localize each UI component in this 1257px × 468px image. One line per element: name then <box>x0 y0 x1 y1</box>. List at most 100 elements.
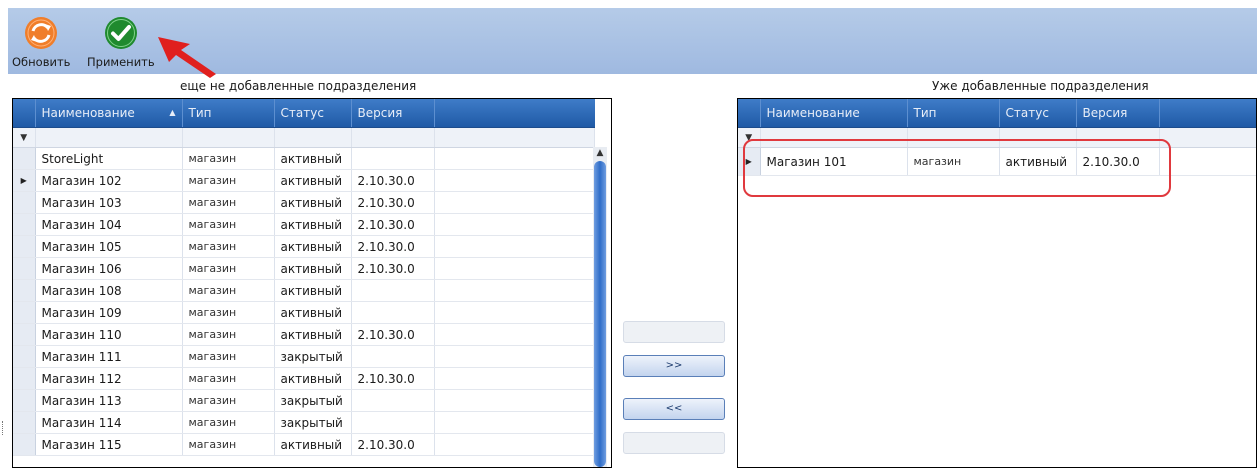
table-row[interactable]: Магазин 115 магазин активный 2.10.30.0 <box>13 433 595 456</box>
row-selector <box>13 235 36 258</box>
left-header-selector <box>13 99 36 128</box>
cell-version: 2.10.30.0 <box>351 323 435 346</box>
cell-name: Магазин 110 <box>35 323 183 346</box>
row-selector <box>13 323 36 346</box>
cell-name: Магазин 112 <box>35 367 183 390</box>
left-filter-status[interactable] <box>274 127 352 148</box>
checkmark-icon <box>104 17 137 49</box>
row-selector <box>13 191 36 214</box>
right-col-status[interactable]: Статус <box>999 99 1077 128</box>
cell-type: магазин <box>182 191 275 214</box>
cell-status: активный <box>274 169 352 192</box>
remove-selected-button[interactable]: << <box>623 398 725 420</box>
table-row[interactable]: Магазин 109 магазин активный <box>13 301 595 324</box>
table-row[interactable]: Магазин 110 магазин активный 2.10.30.0 <box>13 323 595 346</box>
table-row[interactable]: Магазин 113 магазин закрытый <box>13 389 595 412</box>
right-grid-header: Наименование Тип Статус Версия <box>738 99 1256 128</box>
cell-type: магазин <box>182 367 275 390</box>
right-col-name[interactable]: Наименование <box>760 99 908 128</box>
cell-name: Магазин 108 <box>35 279 183 302</box>
table-row[interactable]: Магазин 103 магазин активный 2.10.30.0 <box>13 191 595 214</box>
cell-name: Магазин 111 <box>35 345 183 368</box>
cell-status: активный <box>274 235 352 258</box>
cell-version <box>351 301 435 324</box>
cell-type: магазин <box>182 235 275 258</box>
cell-name: StoreLight <box>35 147 183 170</box>
cell-version: 2.10.30.0 <box>351 213 435 236</box>
table-row[interactable]: Магазин 114 магазин закрытый <box>13 411 595 434</box>
left-col-status[interactable]: Статус <box>274 99 352 128</box>
left-panel-caption: еще не добавленные подразделения <box>180 79 417 93</box>
cell-name: Магазин 105 <box>35 235 183 258</box>
row-selector <box>13 213 36 236</box>
table-row[interactable]: Магазин 112 магазин активный 2.10.30.0 <box>13 367 595 390</box>
left-col-version[interactable]: Версия <box>351 99 435 128</box>
row-selector <box>13 411 36 434</box>
cell-version <box>351 279 435 302</box>
cell-type: магазин <box>182 169 275 192</box>
right-col-type[interactable]: Тип <box>907 99 1000 128</box>
cell-name: Магазин 115 <box>35 433 183 456</box>
row-selector <box>13 367 36 390</box>
add-all-button[interactable] <box>623 321 725 343</box>
cell-status: закрытый <box>274 389 352 412</box>
cell-version <box>351 389 435 412</box>
left-filter-type[interactable] <box>182 127 275 148</box>
table-row[interactable]: StoreLight магазин активный <box>13 147 595 170</box>
row-selector <box>13 389 36 412</box>
cell-type: магазин <box>182 411 275 434</box>
apply-button-label: Применить <box>87 55 155 69</box>
refresh-button-label: Обновить <box>12 55 71 69</box>
cell-type: магазин <box>182 257 275 280</box>
cell-status: закрытый <box>274 345 352 368</box>
cell-version <box>351 147 435 170</box>
row-selector <box>13 433 36 456</box>
cell-name: Магазин 114 <box>35 411 183 434</box>
current-row-indicator-icon: ▶ <box>13 169 36 192</box>
add-selected-button[interactable]: >> <box>623 355 725 377</box>
cell-type: магазин <box>182 323 275 346</box>
left-grid-header: Наименование ▲ Тип Статус Версия <box>13 99 595 128</box>
row-selector <box>13 147 36 170</box>
remove-all-button[interactable] <box>623 432 725 454</box>
cell-type: магазин <box>182 433 275 456</box>
scrollbar-thumb[interactable] <box>594 161 606 467</box>
cell-version: 2.10.30.0 <box>351 169 435 192</box>
cell-status: активный <box>274 301 352 324</box>
left-col-name[interactable]: Наименование ▲ <box>35 99 183 128</box>
left-vertical-scrollbar[interactable]: ▲ <box>593 147 607 467</box>
cell-version: 2.10.30.0 <box>351 235 435 258</box>
refresh-icon <box>25 17 58 49</box>
table-row[interactable]: Магазин 105 магазин активный 2.10.30.0 <box>13 235 595 258</box>
table-row[interactable]: Магазин 106 магазин активный 2.10.30.0 <box>13 257 595 280</box>
table-row[interactable]: Магазин 108 магазин активный <box>13 279 595 302</box>
cell-name: Магазин 104 <box>35 213 183 236</box>
cell-type: магазин <box>182 279 275 302</box>
cell-status: активный <box>274 147 352 170</box>
right-header-filler <box>1159 99 1256 128</box>
scroll-up-icon[interactable]: ▲ <box>593 147 607 159</box>
cell-status: активный <box>274 323 352 346</box>
left-filter-row[interactable]: ▼ <box>13 127 595 148</box>
cell-version <box>351 411 435 434</box>
cell-version: 2.10.30.0 <box>351 367 435 390</box>
table-row[interactable]: Магазин 111 магазин закрытый <box>13 345 595 368</box>
cell-status: активный <box>274 257 352 280</box>
cell-version: 2.10.30.0 <box>351 433 435 456</box>
left-filter-version[interactable] <box>351 127 435 148</box>
left-col-type[interactable]: Тип <box>182 99 275 128</box>
right-col-version[interactable]: Версия <box>1076 99 1160 128</box>
cell-type: магазин <box>182 147 275 170</box>
cell-version: 2.10.30.0 <box>351 257 435 280</box>
left-grid[interactable]: Наименование ▲ Тип Статус Версия ▼ Store… <box>12 98 612 468</box>
refresh-button[interactable]: Обновить <box>12 16 70 69</box>
apply-button[interactable]: Применить <box>87 16 155 69</box>
cell-type: магазин <box>182 301 275 324</box>
right-header-selector <box>738 99 761 128</box>
left-filter-name[interactable] <box>35 127 183 148</box>
table-row[interactable]: ▶ Магазин 102 магазин активный 2.10.30.0 <box>13 169 595 192</box>
table-row[interactable]: Магазин 104 магазин активный 2.10.30.0 <box>13 213 595 236</box>
cell-status: активный <box>274 213 352 236</box>
cell-name: Магазин 102 <box>35 169 183 192</box>
cell-status: активный <box>274 433 352 456</box>
